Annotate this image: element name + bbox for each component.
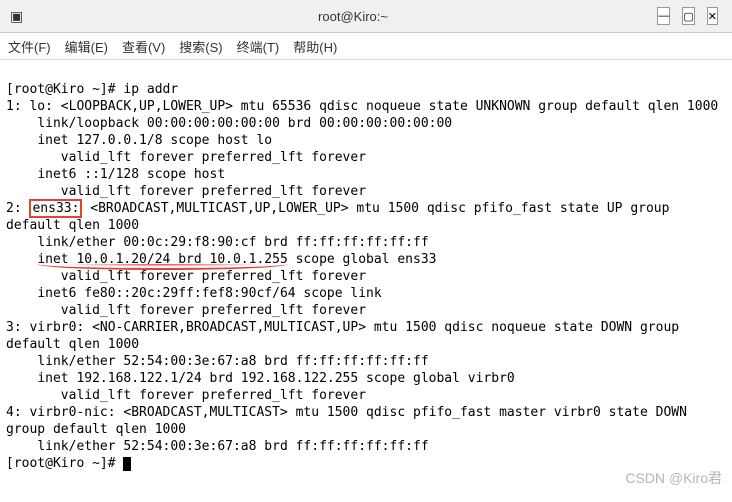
output-line: 3: virbr0: <NO-CARRIER,BROADCAST,MULTICA…	[6, 320, 687, 352]
output-line: 2:	[6, 201, 29, 216]
menu-edit[interactable]: 编辑(E)	[65, 37, 108, 56]
menu-view[interactable]: 查看(V)	[122, 37, 165, 56]
output-line: inet 127.0.0.1/8 scope host lo	[6, 133, 272, 148]
menu-terminal[interactable]: 终端(T)	[237, 37, 280, 56]
output-line: link/ether 52:54:00:3e:67:a8 brd ff:ff:f…	[6, 354, 429, 369]
menu-bar: 文件(F) 编辑(E) 查看(V) 搜索(S) 终端(T) 帮助(H)	[0, 33, 732, 60]
window-title: root@Kiro:~	[318, 9, 388, 24]
output-line: valid_lft forever preferred_lft forever	[6, 388, 366, 403]
menu-help[interactable]: 帮助(H)	[293, 37, 337, 56]
highlight-ip: inet 10.0.1.20/24 brd 10.0.1.255	[37, 252, 287, 267]
output-line: 4: virbr0-nic: <BROADCAST,MULTICAST> mtu…	[6, 405, 695, 437]
close-button[interactable]: ✕	[707, 7, 718, 25]
output-line: inet6 fe80::20c:29ff:fef8:90cf/64 scope …	[6, 286, 382, 301]
output-line: scope global ens33	[288, 252, 437, 267]
highlight-interface: ens33:	[29, 199, 82, 218]
output-line: 1: lo: <LOOPBACK,UP,LOWER_UP> mtu 65536 …	[6, 99, 718, 114]
output-line: valid_lft forever preferred_lft forever	[6, 303, 366, 318]
output-line: <BROADCAST,MULTICAST,UP,LOWER_UP> mtu 15…	[6, 201, 677, 233]
minimize-button[interactable]: —	[657, 7, 670, 25]
output-line	[6, 252, 37, 267]
output-line: link/ether 00:0c:29:f8:90:cf brd ff:ff:f…	[6, 235, 429, 250]
prompt: [root@Kiro ~]#	[6, 82, 123, 97]
output-line: inet6 ::1/128 scope host	[6, 167, 225, 182]
maximize-button[interactable]: ▢	[682, 7, 694, 25]
cursor	[123, 457, 131, 471]
output-line: valid_lft forever preferred_lft forever	[6, 184, 366, 199]
menu-file[interactable]: 文件(F)	[8, 37, 51, 56]
command: ip addr	[123, 82, 178, 97]
output-line: inet 192.168.122.1/24 brd 192.168.122.25…	[6, 371, 515, 386]
output-line: link/loopback 00:00:00:00:00:00 brd 00:0…	[6, 116, 452, 131]
terminal-icon: ▣	[0, 8, 42, 25]
output-line: valid_lft forever preferred_lft forever	[6, 150, 366, 165]
output-line: link/ether 52:54:00:3e:67:a8 brd ff:ff:f…	[6, 439, 429, 454]
watermark: CSDN @Kiro君	[625, 470, 722, 487]
title-bar: ▣ root@Kiro:~ — ▢ ✕	[0, 0, 732, 33]
prompt: [root@Kiro ~]#	[6, 456, 123, 471]
terminal-output[interactable]: [root@Kiro ~]# ip addr 1: lo: <LOOPBACK,…	[0, 60, 732, 493]
menu-search[interactable]: 搜索(S)	[179, 37, 222, 56]
output-line: valid_lft forever preferred_lft forever	[6, 269, 366, 284]
